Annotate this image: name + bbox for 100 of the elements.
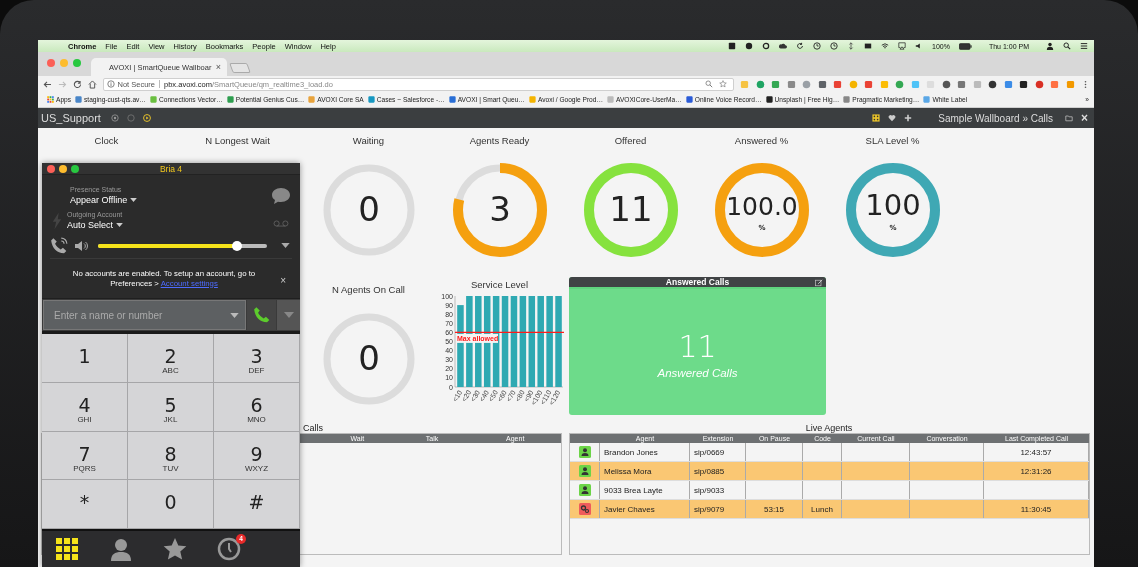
agent-row[interactable]: Brandon Jones sip/0669 12:43:57 (570, 443, 1089, 462)
favicon-icon (528, 96, 536, 103)
table-cell-text: Lunch (811, 504, 833, 514)
keypad-key[interactable]: 4 GHI (42, 382, 128, 432)
home-icon[interactable] (87, 79, 97, 89)
caret-icon (283, 312, 294, 318)
user-icon[interactable] (1046, 42, 1054, 50)
keypad-key[interactable]: 1 (42, 334, 128, 383)
chat-bubble-icon[interactable] (271, 186, 291, 205)
zoom-window-button[interactable] (71, 164, 79, 173)
answered-count: 11 (678, 331, 717, 363)
table-cell-text: sip/0885 (694, 466, 725, 476)
close-window-button[interactable] (47, 164, 55, 173)
clock-icon[interactable] (830, 42, 838, 50)
favicon-icon (226, 96, 234, 103)
favicon-icon (367, 96, 375, 103)
play-icon[interactable] (142, 114, 151, 122)
square-icon[interactable] (728, 42, 736, 50)
display-icon[interactable] (864, 42, 872, 50)
gauge-value: 100.0 (725, 192, 798, 221)
caret-icon[interactable] (281, 243, 290, 248)
search-icon[interactable] (1063, 42, 1071, 50)
folder-icon[interactable] (1065, 114, 1073, 122)
gears-icon (578, 503, 591, 515)
target-icon[interactable] (110, 114, 119, 122)
presence-dropdown[interactable]: Appear Offline (70, 194, 138, 206)
widget-title: N Longest Wait (205, 135, 270, 147)
phone-icon (252, 306, 271, 324)
sync-icon[interactable] (796, 42, 804, 50)
lightning-icon (52, 211, 62, 230)
grid-icon[interactable] (872, 114, 881, 122)
back-icon[interactable] (43, 79, 52, 89)
list-icon[interactable] (1080, 42, 1088, 50)
speaker-icon[interactable] (74, 239, 88, 252)
queue-name: US_Support (41, 112, 101, 124)
reload-icon[interactable] (72, 79, 82, 89)
keypad-key[interactable]: 7 PQRS (42, 431, 128, 481)
agent-row[interactable]: Javier Chaves sip/9079 53:15 Lunch 11:30:45 (570, 500, 1089, 519)
airplay-icon[interactable] (898, 42, 906, 50)
person-icon (578, 446, 591, 458)
keypad-key[interactable]: 2 ABC (128, 334, 214, 383)
ring-icon[interactable] (762, 42, 770, 50)
favicon-icon (149, 96, 157, 103)
cloud-icon[interactable] (779, 42, 787, 50)
account-dropdown[interactable]: Auto Select (67, 219, 124, 231)
dismiss-button[interactable]: × (280, 275, 286, 286)
widget-title: SLA Level % (865, 135, 920, 147)
table-cell-text: 12:31:26 (1020, 466, 1052, 476)
gauge-value: 3 (488, 189, 511, 229)
minimize-window-button[interactable] (59, 164, 67, 173)
gauge-value: 0 (357, 189, 380, 229)
agent-row[interactable]: 9033 Brea Layte sip/9033 (570, 481, 1089, 500)
dialpad-icon (55, 537, 79, 561)
agent-row[interactable]: Melissa Mora sip/0885 12:31:26 (570, 462, 1089, 481)
table-cell-text: 11:30:45 (1020, 504, 1052, 514)
table-cell-text: sip/9033 (694, 485, 725, 495)
volume-slider[interactable] (98, 243, 267, 248)
dot-icon[interactable] (745, 42, 753, 50)
keypad-key[interactable]: 9 WXYZ (214, 431, 300, 481)
battery-icon[interactable] (958, 42, 972, 50)
star-icon (163, 537, 187, 561)
person-icon (109, 537, 133, 561)
chart-title: Service Level (471, 279, 528, 291)
keypad-key[interactable]: 3 DEF (214, 334, 300, 383)
favicon-icon (843, 96, 851, 103)
table-title: Calls (302, 424, 324, 433)
table-cell-text: 9033 Brea Layte (604, 485, 663, 495)
panel-title: Answered Calls (665, 277, 730, 287)
wifi-icon[interactable] (881, 42, 889, 50)
keypad-key[interactable]: 8 TUV (128, 431, 214, 481)
gauge-value: 0 (357, 338, 380, 378)
speaker-icon[interactable] (915, 42, 923, 50)
phone-icon[interactable] (50, 236, 68, 255)
widget-title: Waiting (352, 135, 385, 147)
table-cell-text: Melissa Mora (604, 466, 652, 476)
favicon-icon (607, 96, 614, 103)
favicon-icon (765, 96, 773, 103)
favicon-icon (923, 96, 931, 103)
favicon-icon (448, 96, 456, 103)
edit-icon[interactable] (815, 278, 823, 287)
answered-caption: Answered Calls (657, 367, 738, 379)
tab-close-button[interactable]: × (215, 62, 221, 72)
call-button[interactable] (247, 300, 276, 330)
keypad-key[interactable]: 6 MNO (214, 382, 300, 432)
table-title: Live Agents (804, 424, 854, 433)
gauge-value: 100 (864, 188, 921, 222)
table-cell-text: Javier Chaves (604, 504, 655, 514)
info-icon[interactable] (106, 80, 115, 88)
plus-icon[interactable] (904, 114, 913, 122)
breadcrumb: Sample Wallboard » Calls (938, 112, 1053, 124)
favicon-icon (685, 96, 693, 103)
table-cell-text: Brandon Jones (604, 447, 658, 457)
caret-icon (116, 223, 124, 227)
clock-icon[interactable] (813, 42, 821, 50)
heart-icon[interactable] (888, 114, 897, 122)
keypad-key[interactable]: 5 JKL (128, 382, 214, 432)
arrows-icon[interactable] (847, 42, 855, 50)
star-icon[interactable] (718, 80, 727, 88)
close-button[interactable]: × (1081, 111, 1088, 125)
person-icon (578, 465, 591, 477)
